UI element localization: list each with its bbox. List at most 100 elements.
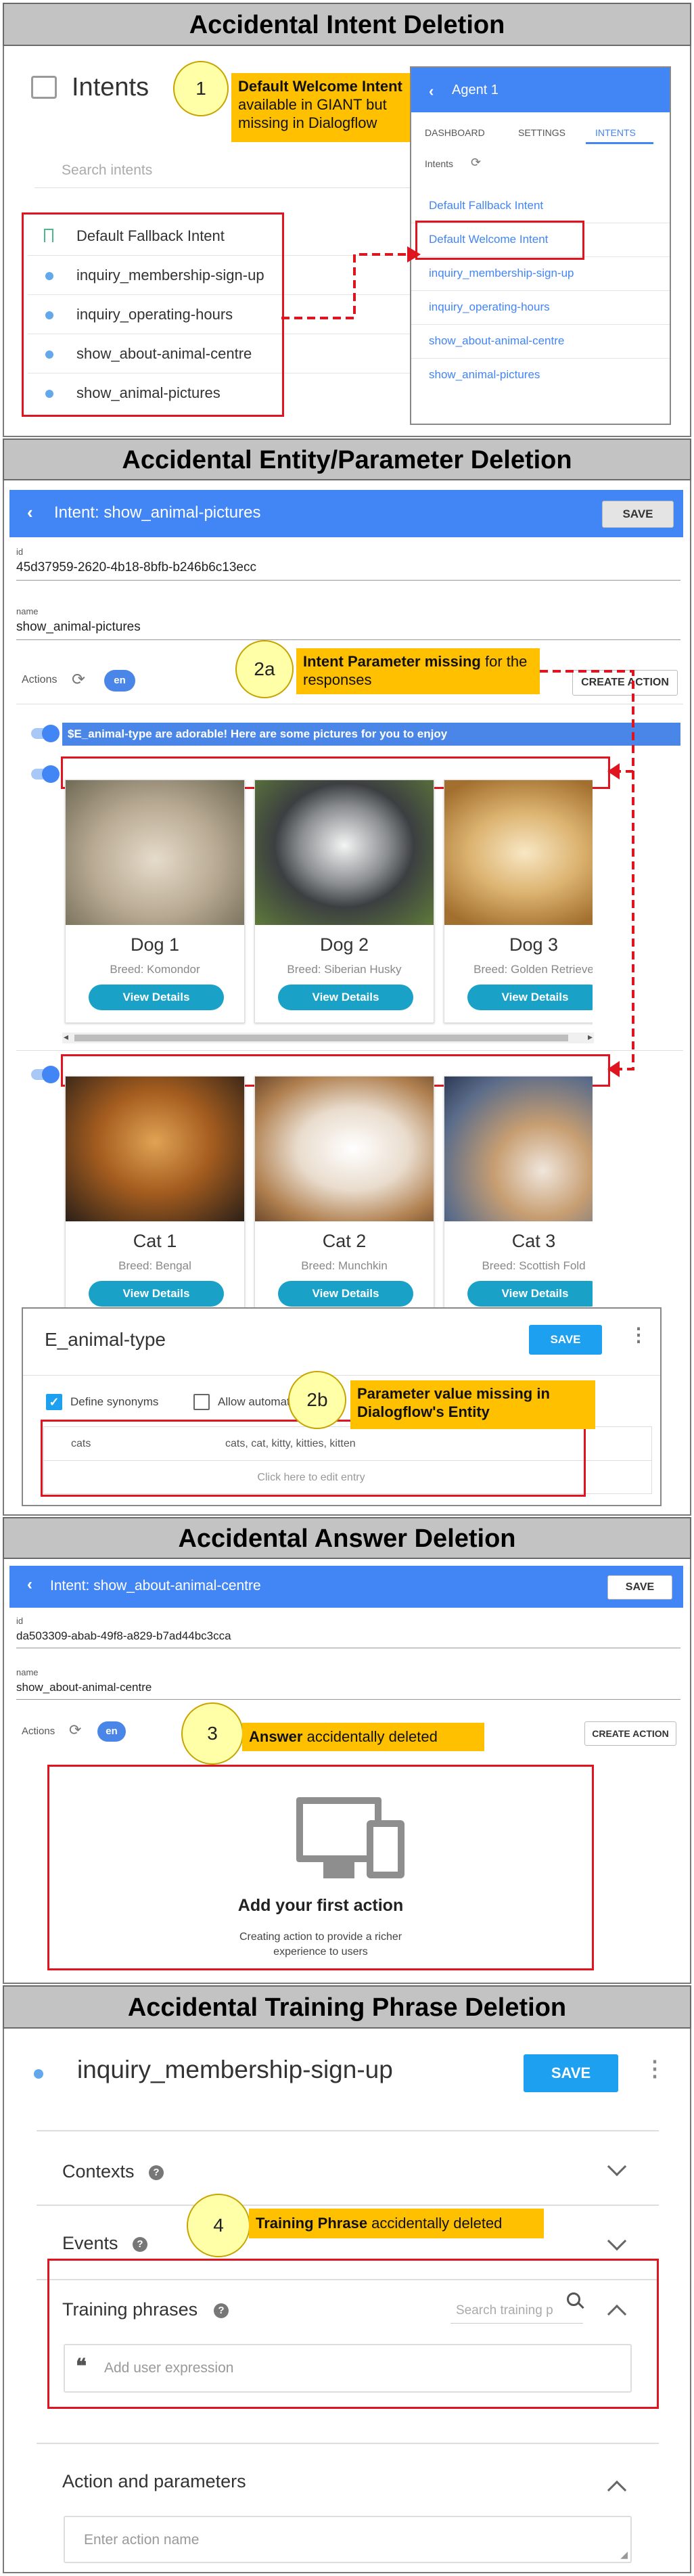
- view-details-button[interactable]: View Details: [467, 1281, 593, 1307]
- add-expression-input[interactable]: ❝ Add user expression: [64, 2344, 632, 2393]
- chevron-down-icon[interactable]: [607, 2231, 627, 2251]
- id-label: id: [16, 1616, 24, 1626]
- language-pill[interactable]: en: [97, 1721, 126, 1742]
- callout-prefix: Dialogflow's: [357, 1403, 448, 1420]
- empty-state-description: Creating action to provide a richer expe…: [239, 1931, 402, 1958]
- auto-expansion-checkbox[interactable]: [193, 1394, 210, 1410]
- name-label: name: [16, 606, 39, 616]
- callout-text: available in GIANT but missing in Dialog…: [238, 96, 387, 131]
- back-chevron-icon[interactable]: ‹: [429, 83, 434, 100]
- entity-save-button[interactable]: SAVE: [529, 1325, 602, 1355]
- section-header-intent-deletion: Accidental Intent Deletion: [3, 3, 691, 46]
- callout-bold: Training Phrase: [256, 2215, 368, 2232]
- device-phone: [367, 1820, 404, 1878]
- back-chevron-icon[interactable]: ‹: [27, 502, 33, 523]
- cat-card-1: Cat 1 Breed: Bengal View Details: [65, 1076, 245, 1319]
- cat-carousel: Cat 1 Breed: Bengal View Details Cat 2 B…: [62, 1060, 593, 1330]
- cards-toggle[interactable]: [31, 765, 60, 783]
- list-item[interactable]: inquiry_membership-sign-up: [411, 257, 670, 291]
- callout-bold: Default Welcome Intent: [238, 78, 402, 95]
- cat-photo: [66, 1077, 244, 1221]
- intents-chat-icon: [31, 76, 57, 99]
- events-label[interactable]: Events: [62, 2233, 118, 2254]
- training-phrases-label: Training phrases: [62, 2299, 198, 2320]
- tab-intents[interactable]: INTENTS: [595, 127, 636, 138]
- list-item[interactable]: show_animal-pictures: [411, 359, 670, 392]
- action-name-input[interactable]: Enter action name ◢: [64, 2516, 632, 2563]
- contexts-label[interactable]: Contexts: [62, 2161, 135, 2182]
- card-subtitle: Breed: Siberian Husky: [287, 963, 402, 976]
- refresh-icon[interactable]: ⟳: [471, 156, 481, 170]
- search-placeholder: Search intents: [62, 162, 153, 178]
- search-training-input[interactable]: Search training p: [450, 2297, 583, 2324]
- tab-settings[interactable]: SETTINGS: [518, 127, 565, 138]
- refresh-icon[interactable]: ⟳: [69, 1721, 81, 1739]
- save-button[interactable]: SAVE: [607, 1575, 672, 1600]
- agent-header: ‹ Agent 1: [411, 68, 670, 112]
- card-title: Cat 1: [133, 1231, 177, 1251]
- tab-dashboard[interactable]: DASHBOARD: [425, 127, 485, 138]
- intent-name: inquiry_membership-sign-up: [77, 2056, 393, 2083]
- view-details-button[interactable]: View Details: [89, 1281, 224, 1307]
- quote-icon: ❝: [76, 2355, 87, 2378]
- view-details-button[interactable]: View Details: [89, 985, 224, 1010]
- search-icon[interactable]: [567, 2292, 584, 2310]
- intents-search-input[interactable]: Search intents: [34, 153, 427, 188]
- list-item[interactable]: show_about-animal-centre: [411, 325, 670, 359]
- callout-bold: Answer: [249, 1728, 303, 1745]
- language-pill[interactable]: en: [104, 670, 135, 692]
- scrollbar-thumb[interactable]: [74, 1035, 568, 1041]
- add-expression-placeholder: Add user expression: [104, 2360, 234, 2376]
- agent-intent-label: show_about-animal-centre: [429, 334, 565, 347]
- callout-bold: Entity: [448, 1403, 490, 1420]
- carousel-scrollbar[interactable]: ◂ ▸: [62, 1031, 594, 1043]
- list-item[interactable]: Default Fallback Intent: [411, 189, 670, 223]
- intent-header: ‹ Intent: show_animal-pictures SAVE: [9, 490, 683, 537]
- name-field[interactable]: show_about-animal-centre: [16, 1681, 680, 1700]
- callout-welcome-intent: Default Welcome Intent available in GIAN…: [231, 73, 414, 142]
- cards-toggle[interactable]: [31, 1066, 60, 1083]
- synonyms-checkbox[interactable]: ✓: [46, 1394, 62, 1410]
- name-field[interactable]: show_animal-pictures: [16, 620, 680, 640]
- callout-number-2b: 2b: [288, 1371, 346, 1429]
- id-field[interactable]: 45d37959-2620-4b18-8bfb-b246b6c13ecc: [16, 560, 680, 581]
- list-item[interactable]: inquiry_operating-hours: [411, 291, 670, 325]
- callout-number-4: 4: [187, 2194, 250, 2257]
- scroll-left-icon[interactable]: ◂: [64, 1031, 68, 1043]
- section-header-training-deletion: Accidental Training Phrase Deletion: [3, 1985, 691, 2029]
- entity-panel: E_animal-type SAVE ⋮ ✓ Define synonyms A…: [22, 1307, 662, 1506]
- id-field[interactable]: da503309-abab-49f8-a829-b7ad44bc3cca: [16, 1629, 680, 1648]
- view-details-button[interactable]: View Details: [278, 1281, 413, 1307]
- callout-number-3: 3: [181, 1702, 244, 1765]
- view-details-button[interactable]: View Details: [278, 985, 413, 1010]
- training-deletion-panel: inquiry_membership-sign-up SAVE ⋮ Contex…: [3, 2029, 691, 2573]
- agent-intent-label: inquiry_membership-sign-up: [429, 267, 574, 279]
- more-vert-icon[interactable]: ⋮: [644, 2056, 666, 2081]
- divider: [37, 2443, 659, 2444]
- dog-photo: [66, 780, 244, 925]
- dog-carousel: Dog 1 Breed: Komondor View Details Dog 2…: [62, 763, 593, 1034]
- intent-title: Intent: show_animal-pictures: [54, 503, 261, 522]
- search-training-placeholder: Search training p: [456, 2303, 553, 2318]
- back-chevron-icon[interactable]: ‹: [27, 1575, 32, 1594]
- create-action-button[interactable]: CREATE ACTION: [584, 1721, 676, 1746]
- chevron-down-icon[interactable]: [607, 2156, 627, 2177]
- agent-intents-sub: Intents: [425, 158, 454, 169]
- save-button[interactable]: SAVE: [602, 501, 674, 528]
- cat-card-3: Cat 3 Breed: Scottish Fold View Details: [444, 1076, 593, 1319]
- id-label: id: [16, 547, 24, 557]
- resize-handle-icon[interactable]: ◢: [620, 2549, 628, 2560]
- response-toggle[interactable]: [31, 725, 60, 742]
- section-header-answer-deletion: Accidental Answer Deletion: [3, 1517, 691, 1559]
- refresh-icon[interactable]: ⟳: [72, 670, 85, 690]
- help-icon[interactable]: ?: [149, 2165, 164, 2180]
- callout-entity-missing: Parameter value missing in Dialogflow's …: [350, 1380, 595, 1429]
- chevron-up-icon[interactable]: [607, 2480, 627, 2500]
- callout-bold: Intent Parameter missing: [303, 653, 481, 670]
- more-vert-icon[interactable]: ⋮: [629, 1324, 648, 1346]
- callout-text: accidentally deleted: [367, 2215, 503, 2232]
- dashed-arrow: [281, 246, 421, 319]
- help-icon[interactable]: ?: [133, 2237, 147, 2252]
- save-button[interactable]: SAVE: [524, 2054, 618, 2092]
- help-icon[interactable]: ?: [214, 2303, 229, 2318]
